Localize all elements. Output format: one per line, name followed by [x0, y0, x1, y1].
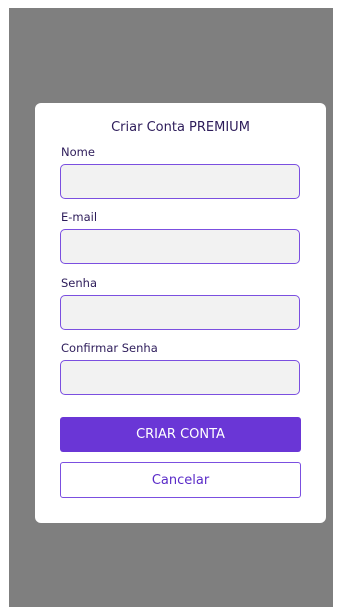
- name-field[interactable]: [60, 164, 300, 199]
- email-label: E-mail: [61, 210, 98, 224]
- confirm-password-field[interactable]: [60, 360, 300, 395]
- confirm-password-label: Confirmar Senha: [61, 341, 158, 355]
- create-account-button[interactable]: CRIAR CONTA: [60, 417, 301, 452]
- password-field[interactable]: [60, 295, 300, 330]
- name-label: Nome: [61, 145, 95, 159]
- email-field[interactable]: [60, 229, 300, 264]
- cancel-button[interactable]: Cancelar: [60, 462, 301, 498]
- create-account-dialog: Criar Conta PREMIUM Nome E-mail Senha Co…: [35, 103, 326, 523]
- dialog-title: Criar Conta PREMIUM: [111, 120, 250, 135]
- password-label: Senha: [61, 276, 97, 290]
